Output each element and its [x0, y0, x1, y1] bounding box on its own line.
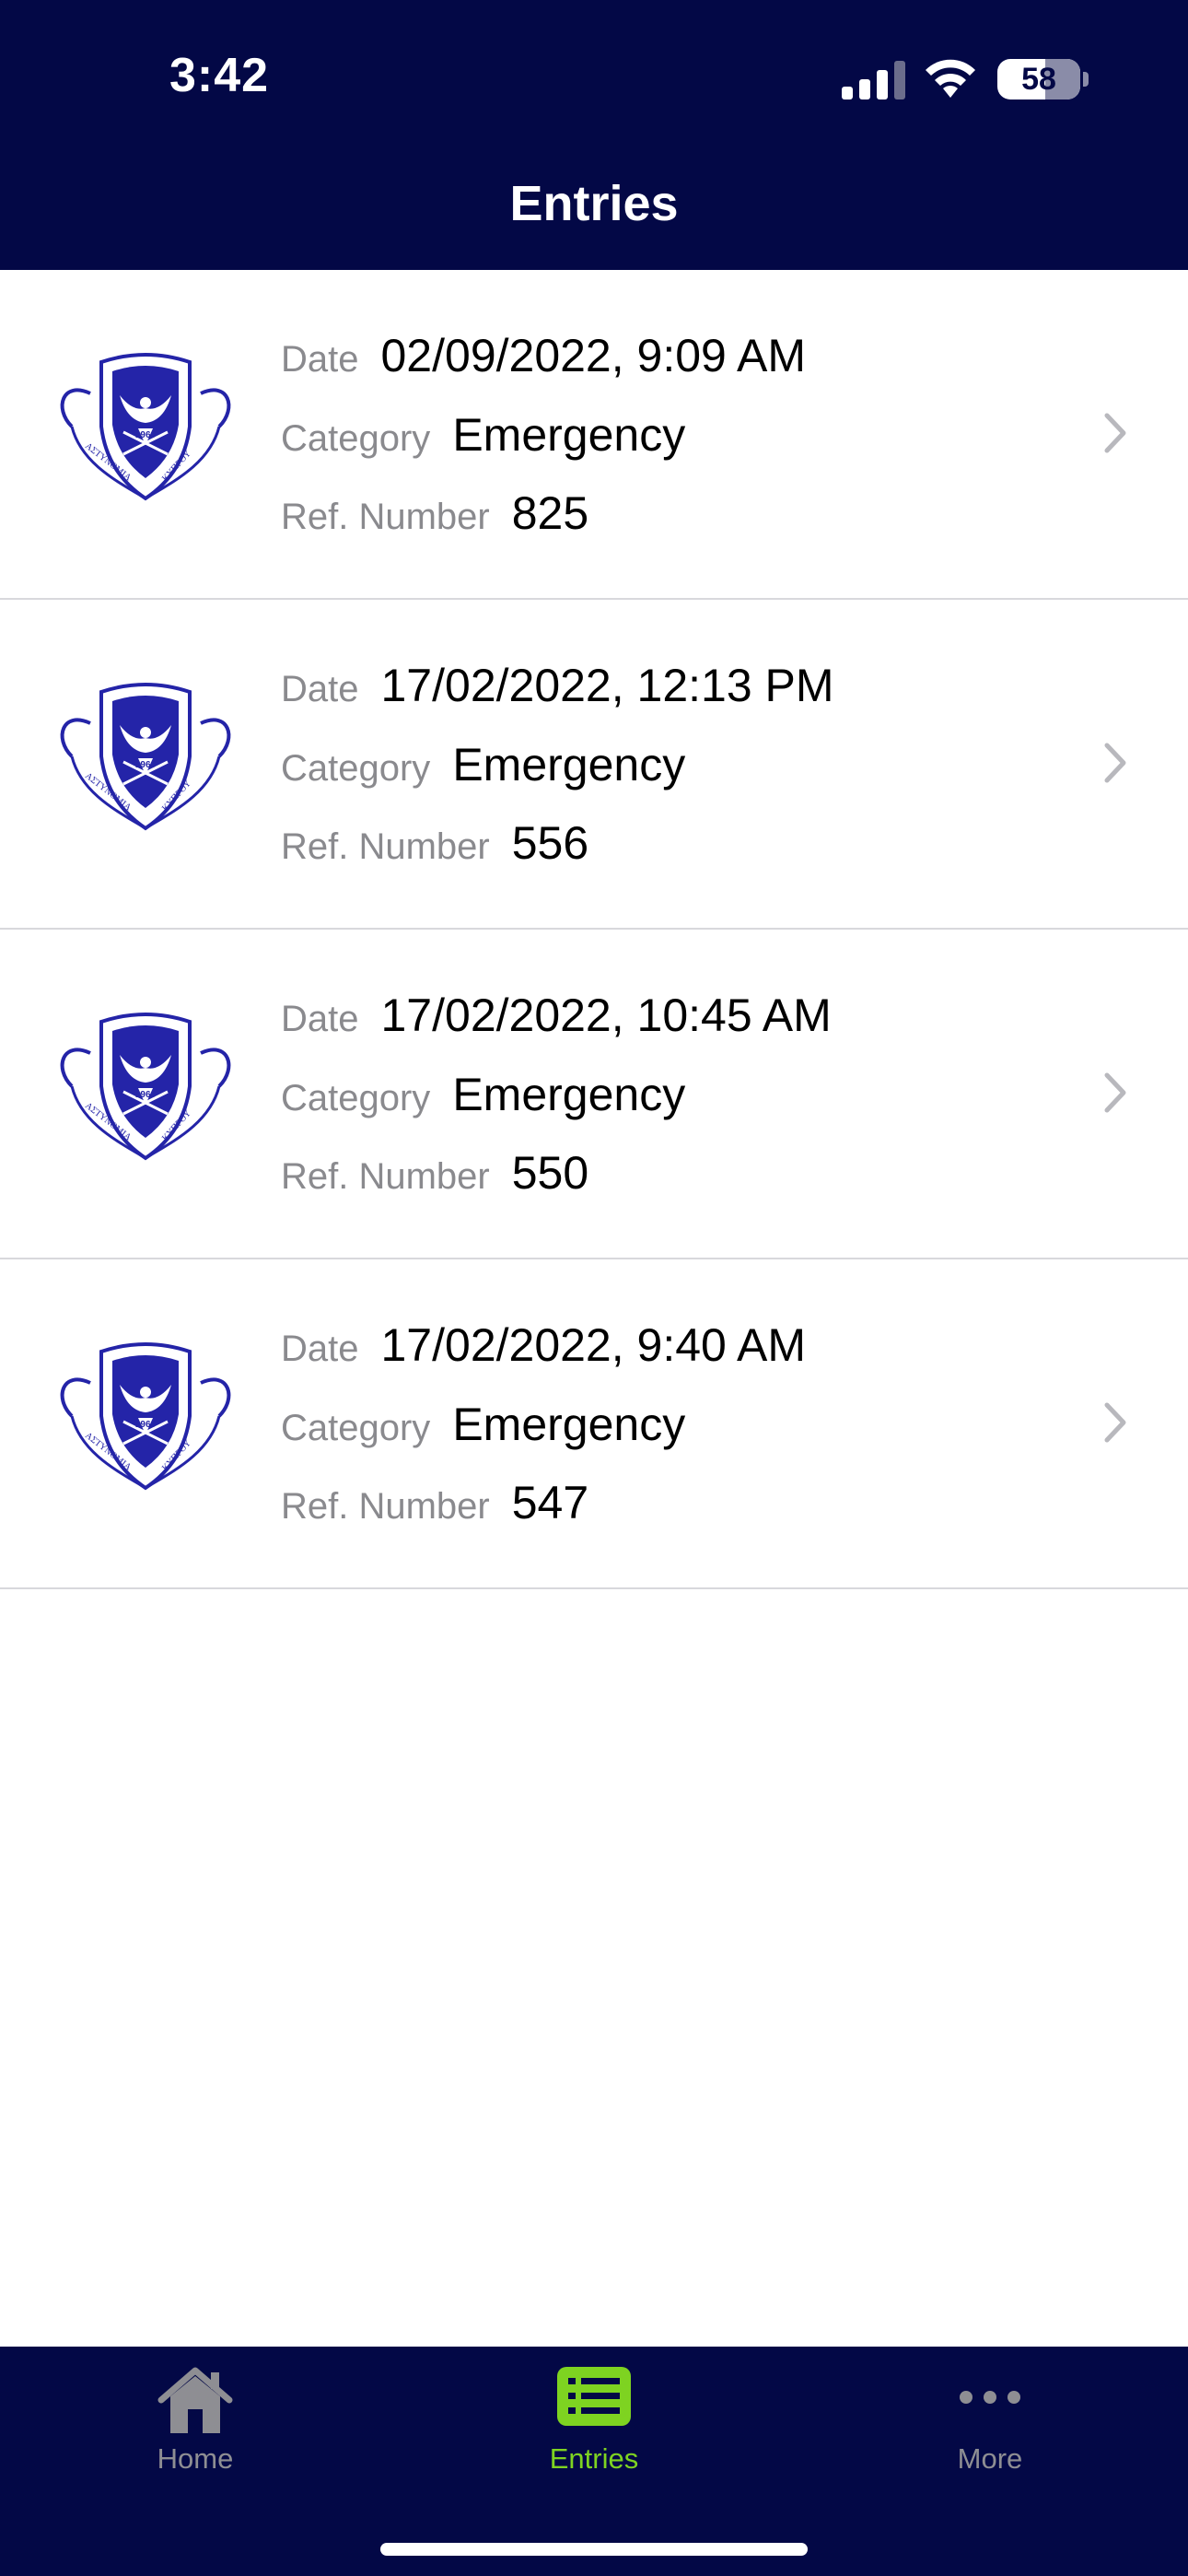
category-value: Emergency: [452, 1399, 686, 1450]
battery-level: 58: [1021, 62, 1056, 97]
list-icon: [557, 2367, 631, 2426]
tab-home-label: Home: [157, 2442, 234, 2475]
chevron-right-icon: [1104, 413, 1126, 453]
entry-date: Date 02/09/2022, 9:09 AM: [281, 329, 806, 382]
entry-date: Date 17/02/2022, 10:45 AM: [281, 989, 832, 1042]
tab-more[interactable]: More: [852, 2347, 1128, 2576]
ref-number-label: Ref. Number: [281, 497, 490, 537]
entry-ref: Ref. Number 825: [281, 486, 588, 540]
date-label: Date: [281, 999, 359, 1039]
category-label: Category: [281, 1408, 431, 1448]
tab-home[interactable]: Home: [57, 2347, 333, 2576]
category-label: Category: [281, 418, 431, 459]
chevron-right-icon: [1104, 1402, 1126, 1443]
entry-row[interactable]: 1960 ΑΣΤΥΝΟΜΙΑ ΚΥΠΡΟΥ Date 02/09/2022, 9:…: [0, 270, 1188, 600]
police-crest-icon: 1960 ΑΣΤΥΝΟΜΙΑ ΚΥΠΡΟΥ: [60, 353, 231, 501]
ref-number-value: 825: [511, 487, 589, 539]
entries-list: 1960 ΑΣΤΥΝΟΜΙΑ ΚΥΠΡΟΥ Date 02/09/2022, 9:…: [0, 270, 1188, 1589]
date-label: Date: [281, 669, 359, 709]
cellular-signal-icon: [842, 61, 905, 100]
date-value: 17/02/2022, 9:40 AM: [380, 1319, 806, 1371]
entry-category: Category Emergency: [281, 738, 685, 791]
entry-ref: Ref. Number 547: [281, 1476, 588, 1529]
battery-cap: [1083, 72, 1089, 87]
page-title: Entries: [509, 176, 679, 231]
entry-date: Date 17/02/2022, 9:40 AM: [281, 1318, 806, 1372]
police-crest-icon: 1960 ΑΣΤΥΝΟΜΙΑ ΚΥΠΡΟΥ: [60, 1013, 231, 1161]
category-value: Emergency: [452, 1069, 686, 1120]
category-value: Emergency: [452, 739, 686, 790]
chevron-right-icon: [1104, 1072, 1126, 1113]
date-label: Date: [281, 339, 359, 380]
entry-ref: Ref. Number 550: [281, 1146, 588, 1200]
chevron-right-icon: [1104, 743, 1126, 783]
navigation-bar: 3:42 58 Entries: [0, 0, 1188, 270]
wifi-icon: [926, 59, 975, 98]
entry-ref: Ref. Number 556: [281, 816, 588, 870]
category-label: Category: [281, 748, 431, 789]
date-value: 17/02/2022, 10:45 AM: [380, 989, 832, 1041]
entry-category: Category Emergency: [281, 1068, 685, 1121]
tab-entries-label: Entries: [549, 2442, 639, 2475]
category-label: Category: [281, 1078, 431, 1118]
svg-text:1960: 1960: [135, 760, 157, 770]
category-value: Emergency: [452, 409, 686, 461]
entry-row[interactable]: 1960 ΑΣΤΥΝΟΜΙΑ ΚΥΠΡΟΥ Date 17/02/2022, 12…: [0, 600, 1188, 930]
svg-text:1960: 1960: [135, 1420, 157, 1430]
entry-date: Date 17/02/2022, 12:13 PM: [281, 659, 834, 712]
police-crest-icon: 1960 ΑΣΤΥΝΟΜΙΑ ΚΥΠΡΟΥ: [60, 1342, 231, 1491]
entry-row[interactable]: 1960 ΑΣΤΥΝΟΜΙΑ ΚΥΠΡΟΥ Date 17/02/2022, 9:…: [0, 1259, 1188, 1589]
status-time: 3:42: [169, 49, 270, 102]
home-indicator: [380, 2543, 808, 2556]
svg-text:1960: 1960: [135, 430, 157, 440]
tab-bar: Home Entries More: [0, 2347, 1188, 2576]
battery-icon: 58: [997, 59, 1080, 100]
ref-number-label: Ref. Number: [281, 1486, 490, 1527]
ref-number-value: 556: [511, 817, 589, 869]
ellipsis-icon: [960, 2391, 1020, 2404]
tab-entries[interactable]: Entries: [456, 2347, 732, 2576]
house-icon: [157, 2367, 233, 2433]
date-value: 02/09/2022, 9:09 AM: [380, 330, 806, 381]
svg-text:1960: 1960: [135, 1090, 157, 1100]
date-label: Date: [281, 1329, 359, 1369]
entry-category: Category Emergency: [281, 408, 685, 462]
entry-row[interactable]: 1960 ΑΣΤΥΝΟΜΙΑ ΚΥΠΡΟΥ Date 17/02/2022, 10…: [0, 930, 1188, 1259]
ref-number-label: Ref. Number: [281, 1156, 490, 1197]
date-value: 17/02/2022, 12:13 PM: [380, 660, 834, 711]
ref-number-value: 547: [511, 1477, 589, 1528]
ref-number-value: 550: [511, 1147, 589, 1199]
police-crest-icon: 1960 ΑΣΤΥΝΟΜΙΑ ΚΥΠΡΟΥ: [60, 683, 231, 831]
tab-more-label: More: [957, 2442, 1023, 2475]
ref-number-label: Ref. Number: [281, 826, 490, 867]
entry-category: Category Emergency: [281, 1398, 685, 1451]
